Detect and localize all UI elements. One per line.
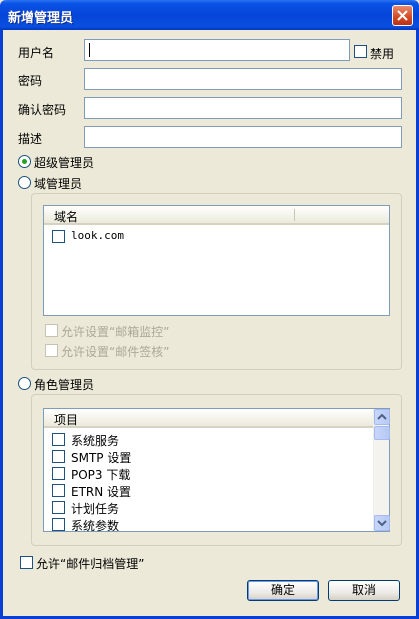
item-label: SMTP 设置 [71, 451, 132, 465]
radio-selected-dot [22, 159, 27, 164]
item-checkbox[interactable] [52, 501, 65, 514]
mail-signoff-checkbox[interactable] [45, 344, 58, 357]
super-admin-label: 超级管理员 [34, 156, 95, 170]
dialog-window: 新增管理员 用户名 禁用 密码 确认密码 描述 超级管理员 域管理员 域名 lo… [0, 0, 419, 619]
vertical-scrollbar[interactable] [373, 409, 390, 531]
ok-button[interactable]: 确定 [247, 580, 319, 601]
disable-checkbox[interactable] [354, 45, 367, 58]
disable-label: 禁用 [370, 47, 395, 61]
close-button[interactable] [392, 5, 413, 26]
cancel-button[interactable]: 取消 [328, 580, 400, 601]
domain-name: look.com [71, 229, 124, 242]
mail-signoff-label: 允许设置“邮件签核” [61, 345, 170, 359]
item-checkbox[interactable] [52, 484, 65, 497]
mail-monitor-label: 允许设置“邮箱监控” [61, 325, 170, 339]
item-checkbox[interactable] [52, 518, 65, 531]
domain-admin-group: 域名 look.com 允许设置“邮箱监控” 允许设置“邮件签核” [31, 193, 402, 370]
scroll-thumb[interactable] [374, 426, 390, 440]
username-input[interactable] [84, 39, 350, 61]
super-admin-radio[interactable] [18, 155, 31, 168]
item-checkbox[interactable] [52, 467, 65, 480]
item-label: ETRN 设置 [71, 485, 132, 499]
domain-admin-label: 域管理员 [34, 177, 83, 191]
item-label: 系统参数 [71, 519, 120, 533]
item-label: 计划任务 [71, 502, 120, 516]
role-admin-group: 项目 系统服务 SMTP 设置 POP3 下载 ETRN 设置 计划任务 系统参… [31, 394, 402, 546]
arrow-down-icon [377, 520, 387, 527]
text-caret [89, 43, 90, 57]
item-column-header[interactable]: 项目 [54, 411, 78, 428]
domain-admin-radio[interactable] [18, 176, 31, 189]
domain-list[interactable]: 域名 look.com [43, 205, 390, 316]
item-label: POP3 下载 [71, 468, 131, 482]
archive-checkbox[interactable] [20, 556, 33, 569]
role-list-header: 项目 [44, 409, 374, 428]
role-item-list[interactable]: 项目 系统服务 SMTP 设置 POP3 下载 ETRN 设置 计划任务 系统参… [43, 408, 390, 533]
password-label: 密码 [18, 74, 43, 88]
description-input[interactable] [84, 126, 402, 148]
mail-monitor-checkbox[interactable] [45, 324, 58, 337]
description-label: 描述 [18, 132, 43, 146]
archive-label: 允许“邮件归档管理” [36, 557, 145, 571]
username-label: 用户名 [18, 46, 55, 60]
arrow-up-icon [377, 413, 387, 420]
scroll-down-button[interactable] [374, 515, 390, 531]
window-title: 新增管理员 [8, 11, 74, 26]
title-bar[interactable]: 新增管理员 [0, 0, 419, 30]
domain-list-header: 域名 [44, 206, 389, 225]
confirm-password-input[interactable] [84, 97, 402, 119]
domain-checkbox[interactable] [52, 230, 65, 243]
item-checkbox[interactable] [52, 433, 65, 446]
role-admin-label: 角色管理员 [34, 378, 95, 392]
scroll-up-button[interactable] [374, 409, 390, 425]
close-icon [397, 10, 408, 21]
column-divider[interactable] [294, 209, 295, 221]
domain-column-header[interactable]: 域名 [54, 208, 78, 225]
confirm-password-label: 确认密码 [18, 103, 67, 117]
password-input[interactable] [84, 68, 402, 90]
role-admin-radio[interactable] [18, 377, 31, 390]
item-checkbox[interactable] [52, 450, 65, 463]
item-label: 系统服务 [71, 434, 120, 448]
